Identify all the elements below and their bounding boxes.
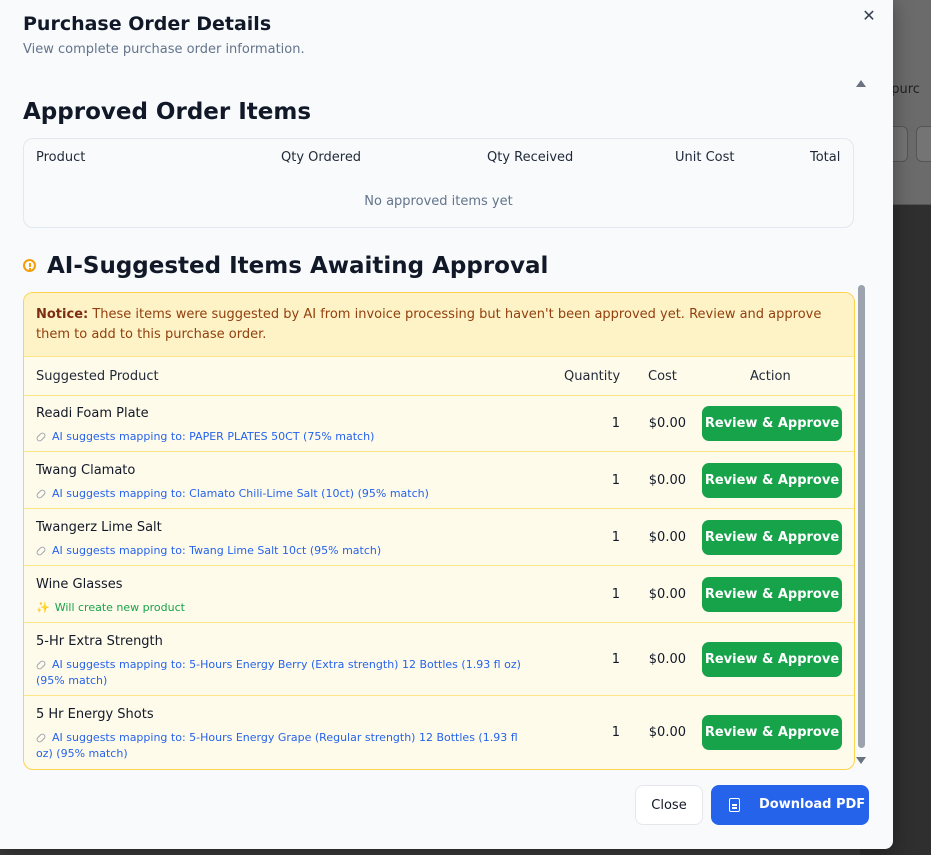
suggestion-text: AI suggests mapping to: Twang Lime Salt …: [52, 544, 382, 557]
product-name: Readi Foam Plate: [36, 406, 149, 421]
cost-value: $0.00: [648, 652, 686, 667]
product-name: Twangerz Lime Salt: [36, 520, 162, 535]
column-header-product: Product: [36, 150, 86, 165]
review-approve-button[interactable]: Review & Approve: [702, 406, 842, 441]
ai-table-header: Suggested Product Quantity Cost Action: [24, 358, 854, 396]
column-header-suggested-product: Suggested Product: [36, 369, 159, 384]
document-icon: [729, 798, 740, 812]
suggestion-text: AI suggests mapping to: 5-Hours Energy B…: [36, 658, 521, 687]
mapping-suggestion: AI suggests mapping to: Twang Lime Salt …: [35, 543, 536, 559]
table-row: 5 Hr Energy Shots AI suggests mapping to…: [24, 696, 854, 769]
alert-circle-icon: [23, 259, 36, 272]
column-header-unit-cost: Unit Cost: [675, 150, 735, 165]
column-header-qty-ordered: Qty Ordered: [281, 150, 362, 165]
product-name: 5 Hr Energy Shots: [36, 707, 154, 722]
close-icon[interactable]: ✕: [860, 7, 878, 25]
mapping-suggestion: AI suggests mapping to: Clamato Chili-Li…: [35, 486, 536, 502]
review-approve-button[interactable]: Review & Approve: [702, 715, 842, 750]
column-header-total: Total: [810, 150, 841, 165]
table-row: Twang Clamato AI suggests mapping to: Cl…: [24, 452, 854, 509]
notice-text: These items were suggested by AI from in…: [36, 307, 822, 342]
scroll-up-arrow[interactable]: [856, 80, 866, 87]
product-name: 5-Hr Extra Strength: [36, 634, 163, 649]
product-name: Wine Glasses: [36, 577, 123, 592]
new-product-note: ✨ Will create new product: [36, 600, 536, 616]
column-header-qty-received: Qty Received: [487, 150, 574, 165]
table-row: Twangerz Lime Salt AI suggests mapping t…: [24, 509, 854, 566]
close-button[interactable]: Close: [635, 785, 703, 825]
cost-value: $0.00: [648, 725, 686, 740]
background-control: [916, 126, 931, 162]
suggestion-text: AI suggests mapping to: Clamato Chili-Li…: [52, 487, 429, 500]
modal-title: Purchase Order Details: [23, 13, 272, 35]
quantity-value: 1: [611, 473, 620, 488]
quantity-value: 1: [611, 416, 620, 431]
quantity-value: 1: [611, 652, 620, 667]
mapping-suggestion: AI suggests mapping to: 5-Hours Energy B…: [35, 657, 536, 689]
suggestion-text: Will create new product: [54, 601, 185, 614]
scroll-down-arrow[interactable]: [856, 757, 866, 764]
mapping-suggestion: AI suggests mapping to: 5-Hours Energy G…: [35, 730, 536, 762]
notice-label: Notice:: [36, 307, 89, 322]
table-row: Readi Foam Plate AI suggests mapping to:…: [24, 395, 854, 452]
cost-value: $0.00: [648, 530, 686, 545]
cost-value: $0.00: [648, 473, 686, 488]
suggestion-text: AI suggests mapping to: PAPER PLATES 50C…: [52, 430, 375, 443]
quantity-value: 1: [611, 587, 620, 602]
quantity-value: 1: [611, 725, 620, 740]
approved-items-heading: Approved Order Items: [23, 99, 312, 125]
table-row: Wine Glasses ✨ Will create new product 1 …: [24, 566, 854, 623]
modal-subtitle: View complete purchase order information…: [23, 42, 305, 57]
purchase-order-modal: Purchase Order Details View complete pur…: [0, 0, 893, 849]
review-approve-button[interactable]: Review & Approve: [702, 463, 842, 498]
review-approve-button[interactable]: Review & Approve: [702, 642, 842, 677]
empty-state-message: No approved items yet: [364, 194, 513, 209]
column-header-cost: Cost: [648, 369, 677, 384]
link-icon: [35, 732, 47, 744]
cost-value: $0.00: [648, 416, 686, 431]
notice-banner: Notice: These items were suggested by AI…: [24, 293, 854, 357]
cost-value: $0.00: [648, 587, 686, 602]
link-icon: [35, 431, 47, 443]
ai-suggested-table: Notice: These items were suggested by AI…: [23, 292, 855, 770]
suggestion-text: AI suggests mapping to: 5-Hours Energy G…: [36, 731, 518, 760]
product-name: Twang Clamato: [36, 463, 136, 478]
column-header-action: Action: [750, 369, 791, 384]
scrollbar-thumb[interactable]: [858, 285, 865, 748]
mapping-suggestion: AI suggests mapping to: PAPER PLATES 50C…: [35, 429, 536, 445]
ai-suggested-heading: AI-Suggested Items Awaiting Approval: [47, 253, 549, 279]
link-icon: [35, 545, 47, 557]
quantity-value: 1: [611, 530, 620, 545]
approved-items-table: Product Qty Ordered Qty Received Unit Co…: [23, 138, 854, 228]
download-pdf-button[interactable]: Download PDF: [711, 785, 869, 825]
link-icon: [35, 659, 47, 671]
download-pdf-label: Download PDF: [759, 797, 866, 812]
table-row: 5-Hr Extra Strength AI suggests mapping …: [24, 623, 854, 696]
sparkle-icon: ✨: [36, 601, 50, 614]
review-approve-button[interactable]: Review & Approve: [702, 520, 842, 555]
column-header-quantity: Quantity: [564, 369, 621, 384]
link-icon: [35, 488, 47, 500]
review-approve-button[interactable]: Review & Approve: [702, 577, 842, 612]
